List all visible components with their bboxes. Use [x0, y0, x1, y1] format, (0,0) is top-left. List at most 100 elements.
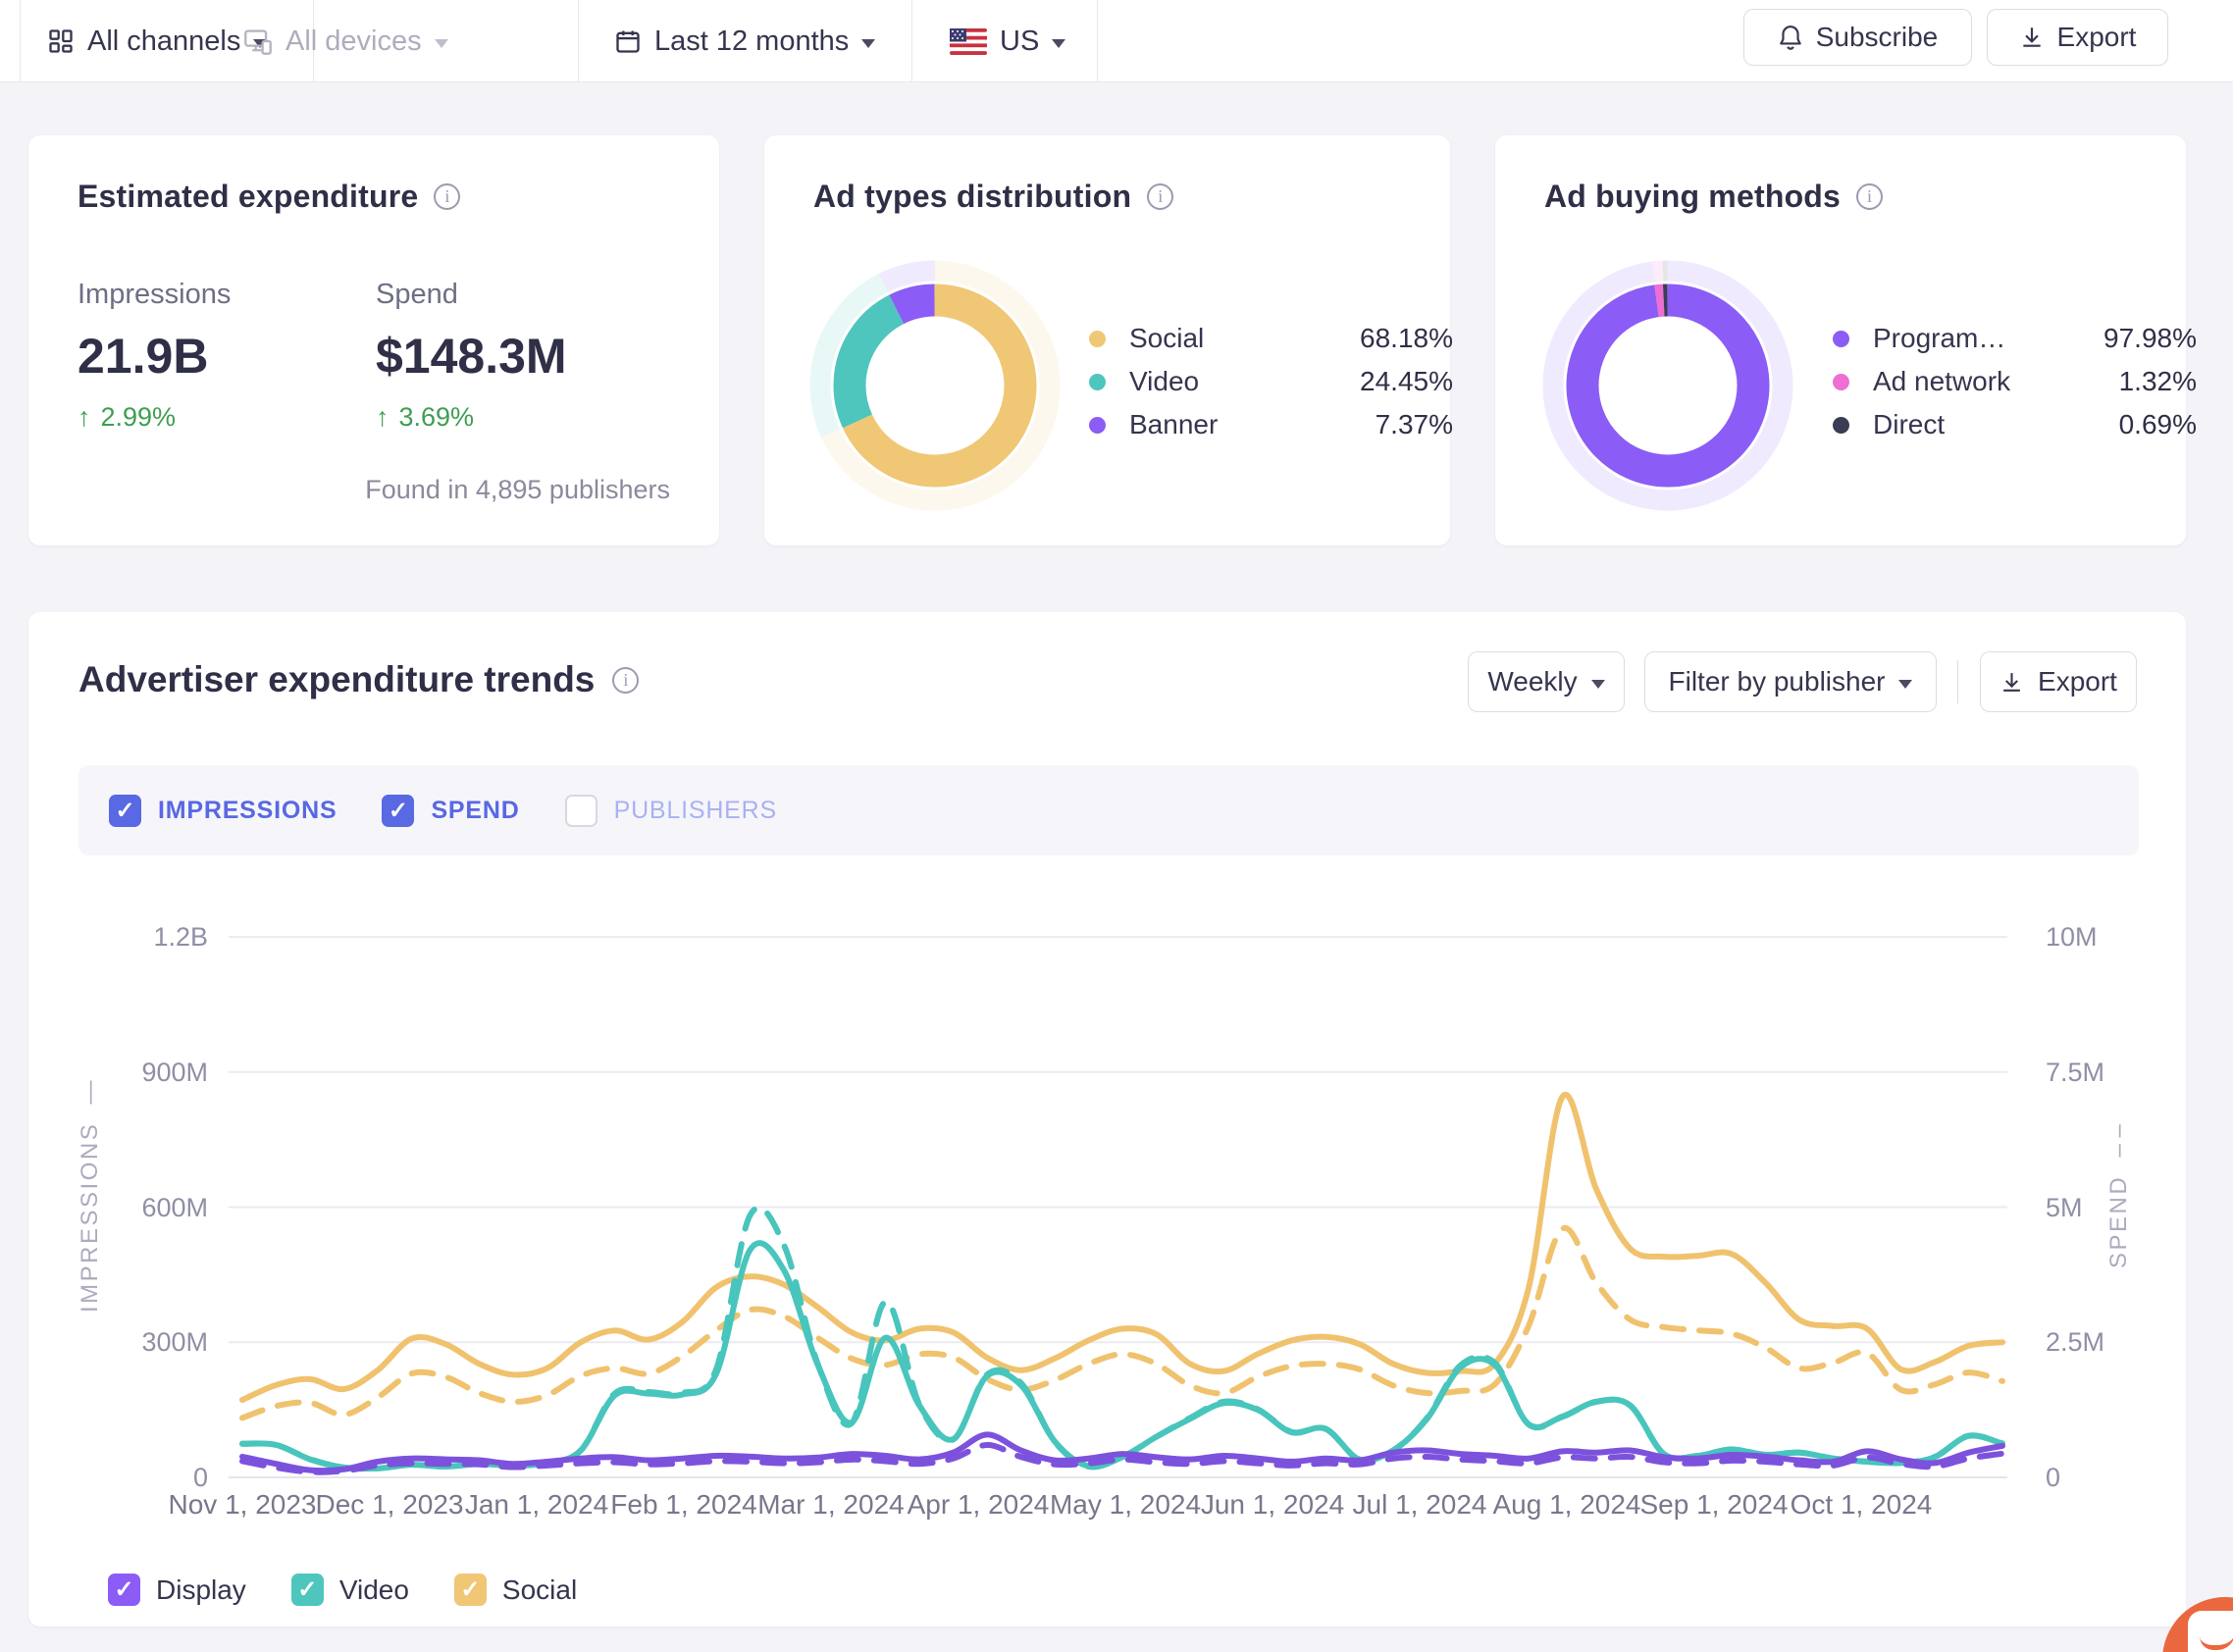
solid-line-glyph: — [77, 1080, 103, 1105]
ad-buying-legend: Program… 97.98% Ad network 1.32% Direct … [1833, 322, 2197, 479]
card-title: Ad buying methods [1544, 179, 1842, 214]
devices-icon [243, 27, 273, 55]
spend-value: $148.3M [376, 329, 567, 384]
channels-dropdown[interactable]: All channels [47, 0, 268, 82]
legend-toggle-social[interactable]: ✓ Social [453, 1574, 577, 1606]
x-axis-tick: Feb 1, 2024 [610, 1489, 757, 1520]
checkbox-icon: ✓ [109, 794, 141, 827]
spend-label: Spend [376, 279, 458, 310]
calendar-icon [614, 27, 642, 55]
legend-dot [1833, 416, 1849, 434]
chat-bubble-icon [2188, 1611, 2233, 1652]
publisher-filter-dropdown[interactable]: Filter by publisher [1644, 651, 1937, 712]
legend-row[interactable]: Video 24.45% [1089, 365, 1453, 398]
x-axis-tick: Aug 1, 2024 [1492, 1489, 1641, 1520]
bell-icon [1778, 24, 1803, 51]
checkbox-icon [564, 794, 597, 827]
legend-dot [1089, 416, 1106, 434]
legend-toggle-display[interactable]: ✓ Display [108, 1574, 246, 1606]
toggle-impressions[interactable]: ✓ IMPRESSIONS [109, 794, 337, 827]
channels-label: All channels [87, 25, 241, 57]
toolbar-divider [1097, 0, 1098, 82]
export-button-top[interactable]: Export [1987, 9, 2168, 66]
y-right-tick: 0 [2046, 1463, 2061, 1492]
checkbox-icon: ✓ [453, 1574, 487, 1606]
x-axis-tick: Jan 1, 2024 [464, 1489, 609, 1520]
export-button-trends[interactable]: Export [1980, 651, 2137, 712]
country-dropdown[interactable]: US [950, 0, 1066, 82]
checkbox-icon: ✓ [290, 1574, 324, 1606]
x-axis-tick: Nov 1, 2023 [168, 1489, 317, 1520]
y-right-tick: 7.5M [2046, 1058, 2105, 1087]
devices-dropdown[interactable]: All devices [243, 0, 448, 82]
chevron-down-icon [1052, 38, 1066, 48]
date-range-dropdown[interactable]: Last 12 months [614, 0, 876, 82]
dashed-line-glyph: – – [2105, 1124, 2132, 1158]
x-axis-tick: Oct 1, 2024 [1790, 1489, 1933, 1520]
country-label: US [1000, 25, 1040, 57]
legend-row[interactable]: Ad network 1.32% [1833, 365, 2197, 398]
legend-row[interactable]: Social 68.18% [1089, 322, 1453, 355]
toggle-spend[interactable]: ✓ SPEND [382, 794, 519, 827]
estimated-expenditure-card: Estimated expenditure i Impressions 21.9… [28, 135, 719, 545]
impressions-change: ↑ 2.99% [78, 402, 177, 432]
info-icon[interactable]: i [612, 666, 640, 694]
ad-buying-card: Ad buying methods i Program… 97.98% Ad n… [1495, 135, 2197, 545]
download-icon [1999, 670, 2024, 695]
ad-types-legend: Social 68.18% Video 24.45% Banner 7.37% [1089, 322, 1453, 479]
chevron-down-icon [1590, 679, 1605, 689]
x-axis-tick: May 1, 2024 [1049, 1489, 1202, 1520]
impressions-label: Impressions [78, 279, 232, 310]
impressions-axis-title: IMPRESSIONS — [77, 1080, 103, 1314]
legend-row[interactable]: Direct 0.69% [1833, 408, 2197, 441]
checkbox-icon: ✓ [108, 1574, 140, 1606]
y-right-tick: 10M [2046, 922, 2098, 952]
legend-dot [1833, 330, 1849, 347]
up-arrow-icon: ↑ [376, 402, 389, 432]
export-label-top: Export [2056, 22, 2137, 52]
y-left-tick: 1.2B [153, 922, 208, 952]
x-axis-tick: Apr 1, 2024 [907, 1489, 1050, 1520]
us-flag-icon [950, 27, 987, 55]
legend-dot [1089, 330, 1106, 347]
y-right-tick: 5M [2046, 1193, 2083, 1222]
granularity-dropdown[interactable]: Weekly [1468, 651, 1625, 712]
spend-change: ↑ 3.69% [376, 402, 475, 432]
top-toolbar: All channels All devices Last 12 months [0, 0, 2233, 82]
channels-grid-icon [47, 27, 75, 55]
up-arrow-icon: ↑ [78, 402, 91, 432]
x-axis-tick: Mar 1, 2024 [757, 1489, 905, 1520]
toggle-publishers[interactable]: PUBLISHERS [564, 794, 777, 827]
info-icon[interactable]: i [1856, 183, 1884, 210]
section-title: Advertiser expenditure trends [78, 659, 596, 699]
legend-dot [1833, 373, 1849, 390]
info-icon[interactable]: i [1147, 183, 1174, 210]
spend-axis-title: SPEND – – [2105, 1124, 2132, 1269]
subscribe-label: Subscribe [1815, 22, 1939, 52]
ad-types-donut-chart[interactable] [798, 248, 1072, 523]
card-title: Estimated expenditure [78, 179, 419, 214]
x-axis-tick: Dec 1, 2023 [315, 1489, 464, 1520]
checkbox-icon: ✓ [382, 794, 415, 827]
adclarity-dashboard: All channels All devices Last 12 months [0, 0, 2233, 1652]
legend-toggle-video[interactable]: ✓ Video [290, 1574, 409, 1606]
toolbar-divider [20, 0, 21, 82]
divider [1957, 660, 1958, 703]
publishers-footnote: Found in 4,895 publishers [365, 475, 670, 504]
legend-row[interactable]: Banner 7.37% [1089, 408, 1453, 441]
x-axis-tick: Jun 1, 2024 [1200, 1489, 1345, 1520]
toolbar-divider [911, 0, 912, 82]
toolbar-divider [578, 0, 579, 82]
ad-types-card: Ad types distribution i Social 68.18% Vi… [764, 135, 1453, 545]
ad-buying-donut-chart[interactable] [1531, 248, 1805, 523]
series-legend-row: ✓ Display ✓ Video ✓ Social [108, 1574, 577, 1606]
subscribe-button[interactable]: Subscribe [1743, 9, 1972, 66]
chevron-down-icon [1898, 679, 1913, 689]
advertiser-expenditure-trends-card: Advertiser expenditure trends i Weekly F… [28, 612, 2186, 1626]
info-icon[interactable]: i [434, 183, 461, 210]
legend-row[interactable]: Program… 97.98% [1833, 322, 2197, 355]
chevron-down-icon [861, 38, 876, 48]
chevron-down-icon [434, 38, 448, 48]
x-axis-tick: Sep 1, 2024 [1639, 1489, 1789, 1520]
download-icon [2019, 25, 2045, 50]
